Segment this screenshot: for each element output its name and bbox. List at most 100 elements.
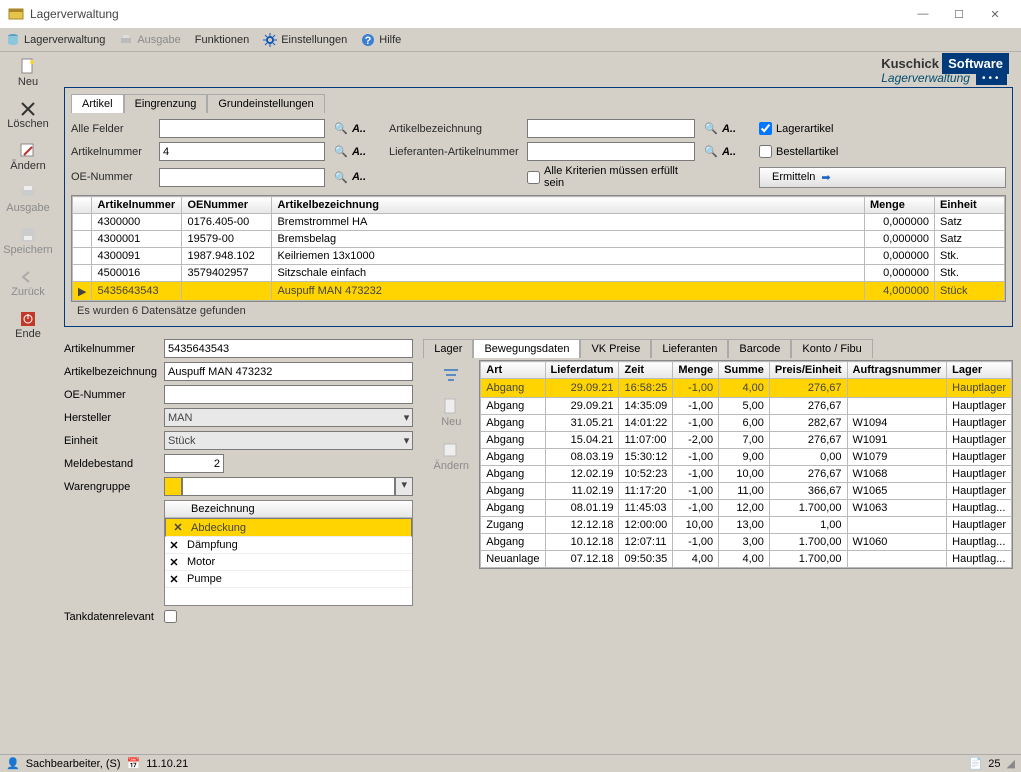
tab-lager[interactable]: Lager <box>423 339 473 358</box>
table-row[interactable]: Abgang08.01.1911:45:03-1,0012,001.700,00… <box>481 500 1012 517</box>
power-icon <box>19 310 37 328</box>
save-icon <box>19 226 37 244</box>
detail-oe[interactable] <box>164 385 413 404</box>
lbl-artikelnummer: Artikelnummer <box>71 146 151 158</box>
tb-ende[interactable]: Ende <box>15 310 41 340</box>
table-row[interactable]: Abgang15.04.2111:07:00-2,007,00276,67W10… <box>481 432 1012 449</box>
table-row[interactable]: Abgang10.12.1812:07:11-1,003,001.700,00W… <box>481 534 1012 551</box>
table-row[interactable]: Abgang31.05.2114:01:22-1,006,00282,67W10… <box>481 415 1012 432</box>
tb-neu[interactable]: Neu <box>18 58 38 88</box>
input-lieferanten[interactable] <box>527 142 695 161</box>
table-row[interactable]: ▶5435643543Auspuff MAN 4732324,000000Stü… <box>73 282 1005 301</box>
menu-einstellungen[interactable]: Einstellungen <box>263 33 347 47</box>
tab-barcode[interactable]: Barcode <box>728 339 791 358</box>
menu-ausgabe[interactable]: Ausgabe <box>119 33 180 47</box>
tab-vk[interactable]: VK Preise <box>580 339 651 358</box>
color-swatch <box>164 477 182 496</box>
table-row[interactable]: 43000000176.405-00Bremstrommel HA0,00000… <box>73 214 1005 231</box>
calendar-icon: 📅 <box>126 757 140 770</box>
input-alle-felder[interactable] <box>159 119 325 138</box>
detail-bez[interactable] <box>164 362 413 381</box>
list-item[interactable]: ✕Abdeckung <box>165 518 412 537</box>
search-panel: Artikel Eingrenzung Grundeinstellungen A… <box>64 87 1013 327</box>
lbl-oe: OE-Nummer <box>71 171 151 183</box>
search-icon[interactable]: 🔍 <box>333 169 349 185</box>
chk-lagerartikel[interactable]: Lagerartikel <box>759 122 1006 135</box>
table-row[interactable]: Abgang29.09.2116:58:25-1,004,00276,67Hau… <box>481 379 1012 398</box>
font-icon[interactable]: A.. <box>351 121 367 137</box>
mv-filter[interactable] <box>442 366 460 384</box>
table-row[interactable]: Abgang08.03.1915:30:12-1,009,000,00W1079… <box>481 449 1012 466</box>
results-status: Es wurden 6 Datensätze gefunden <box>71 302 1006 320</box>
table-row[interactable]: 43000911987.948.102Keilriemen 13x10000,0… <box>73 248 1005 265</box>
detail-wgruppe[interactable] <box>182 477 395 496</box>
detail-hersteller[interactable]: MAN▾ <box>164 408 413 427</box>
table-row[interactable]: 430000119579-00Bremsbelag0,000000Satz <box>73 231 1005 248</box>
svg-text:?: ? <box>365 35 372 47</box>
detail-einheit[interactable]: Stück▾ <box>164 431 413 450</box>
menubar: Lagerverwaltung Ausgabe Funktionen Einst… <box>0 28 1021 52</box>
font-icon[interactable]: A.. <box>721 144 737 160</box>
close-button[interactable]: ✕ <box>977 2 1013 26</box>
tab-grundeinstellungen[interactable]: Grundeinstellungen <box>207 94 324 113</box>
app-icon <box>8 6 24 22</box>
input-oe[interactable] <box>159 168 325 187</box>
table-row[interactable]: Neuanlage07.12.1809:50:354,004,001.700,0… <box>481 551 1012 568</box>
table-row[interactable]: 45000163579402957Sitzschale einfach0,000… <box>73 265 1005 282</box>
font-icon[interactable]: A.. <box>351 144 367 160</box>
detail-melde[interactable] <box>164 454 224 473</box>
search-icon[interactable]: 🔍 <box>333 121 349 137</box>
chevron-down-icon: ▾ <box>404 434 410 447</box>
search-icon[interactable]: 🔍 <box>333 144 349 160</box>
statusbar: 👤 Sachbearbeiter, (S) 📅 11.10.21 📄 25 ◢ <box>0 754 1021 772</box>
lbl-artikelbezeichnung: Artikelbezeichnung <box>389 123 519 135</box>
menu-hilfe[interactable]: ?Hilfe <box>361 33 401 47</box>
lbl-lieferanten: Lieferanten-Artikelnummer <box>389 146 519 158</box>
menu-lagerverwaltung[interactable]: Lagerverwaltung <box>6 33 105 47</box>
font-icon[interactable]: A.. <box>721 121 737 137</box>
lbl-alle-felder: Alle Felder <box>71 123 151 135</box>
tab-lieferanten[interactable]: Lieferanten <box>651 339 728 358</box>
tab-konto[interactable]: Konto / Fibu <box>791 339 872 358</box>
chevron-down-icon[interactable]: ▾ <box>395 477 413 496</box>
resize-grip-icon[interactable]: ◢ <box>1007 757 1015 770</box>
chk-kriterien[interactable]: Alle Kriterien müssen erfüllt sein <box>527 165 695 189</box>
table-row[interactable]: Abgang29.09.2114:35:09-1,005,00276,67Hau… <box>481 398 1012 415</box>
movements-table[interactable]: ArtLieferdatumZeitMengeSummePreis/Einhei… <box>479 360 1013 569</box>
maximize-button[interactable]: ☐ <box>941 2 977 26</box>
input-artikelnummer[interactable] <box>159 142 325 161</box>
tb-loeschen[interactable]: Löschen <box>7 100 49 130</box>
list-item[interactable]: ✕Pumpe <box>165 571 412 588</box>
tb-ausgabe: Ausgabe <box>6 184 49 214</box>
db-icon <box>6 33 20 47</box>
menu-funktionen[interactable]: Funktionen <box>195 34 249 46</box>
window-title: Lagerverwaltung <box>30 7 905 21</box>
search-icon[interactable]: 🔍 <box>703 144 719 160</box>
mv-aendern: Ändern <box>434 442 469 472</box>
user-icon: 👤 <box>6 757 20 770</box>
tb-aendern[interactable]: Ändern <box>10 142 45 172</box>
input-artikelbezeichnung[interactable] <box>527 119 695 138</box>
delete-icon <box>19 100 37 118</box>
warengruppe-list[interactable]: Bezeichnung ✕Abdeckung✕Dämpfung✕Motor✕Pu… <box>164 500 413 606</box>
list-item[interactable]: ✕Dämpfung <box>165 537 412 554</box>
tab-artikel[interactable]: Artikel <box>71 94 124 113</box>
table-row[interactable]: Abgang12.02.1910:52:23-1,0010,00276,67W1… <box>481 466 1012 483</box>
status-user: Sachbearbeiter, (S) <box>26 758 121 770</box>
arrow-right-icon: ➡ <box>821 171 830 184</box>
table-row[interactable]: Zugang12.12.1812:00:0010,0013,001,00Haup… <box>481 517 1012 534</box>
chk-tankdaten[interactable] <box>164 610 177 623</box>
table-row[interactable]: Abgang11.02.1911:17:20-1,0011,00366,67W1… <box>481 483 1012 500</box>
tab-eingrenzung[interactable]: Eingrenzung <box>124 94 208 113</box>
minimize-button[interactable]: — <box>905 2 941 26</box>
results-table[interactable]: Artikelnummer OENummer Artikelbezeichnun… <box>71 195 1006 302</box>
chk-bestellartikel[interactable]: Bestellartikel <box>759 145 1006 158</box>
search-icon[interactable]: 🔍 <box>703 121 719 137</box>
btn-ermitteln[interactable]: Ermitteln➡ <box>759 167 1006 188</box>
font-icon[interactable]: A.. <box>351 169 367 185</box>
tab-bewegung[interactable]: Bewegungsdaten <box>473 339 580 358</box>
detail-artikelnummer[interactable] <box>164 339 413 358</box>
left-toolbar: Neu Löschen Ändern Ausgabe Speichern Zur… <box>0 52 56 754</box>
print-icon <box>19 184 37 202</box>
list-item[interactable]: ✕Motor <box>165 554 412 571</box>
